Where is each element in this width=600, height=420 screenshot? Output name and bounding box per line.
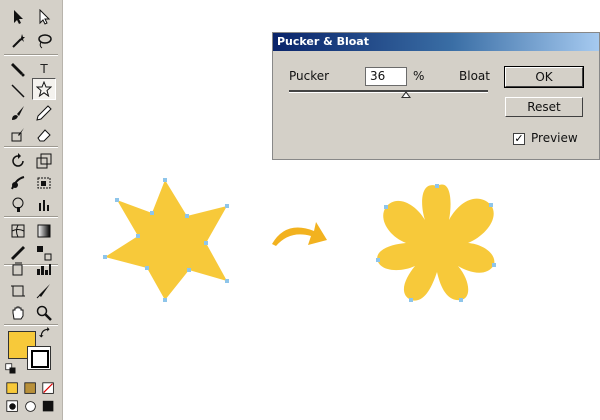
amount-input[interactable]: 36 — [365, 67, 407, 86]
pucker-bloat-slider[interactable] — [289, 90, 488, 93]
slider-thumb[interactable] — [401, 91, 411, 98]
preview-checkbox[interactable]: ✓ — [513, 133, 525, 145]
transform-arrow-icon — [272, 222, 327, 246]
dialog-title[interactable]: Pucker & Bloat — [273, 33, 599, 51]
reset-button[interactable]: Reset — [505, 97, 583, 117]
ok-button[interactable]: OK — [504, 66, 584, 88]
bloat-label: Bloat — [459, 69, 490, 83]
star-shape-original[interactable] — [103, 178, 229, 302]
preview-label: Preview — [531, 131, 578, 145]
pucker-bloat-dialog: Pucker & Bloat Pucker 36 % Bloat OK Rese… — [272, 32, 600, 160]
pucker-label: Pucker — [289, 69, 330, 83]
flower-shape-bloated[interactable] — [376, 184, 496, 302]
percent-label: % — [413, 69, 425, 83]
